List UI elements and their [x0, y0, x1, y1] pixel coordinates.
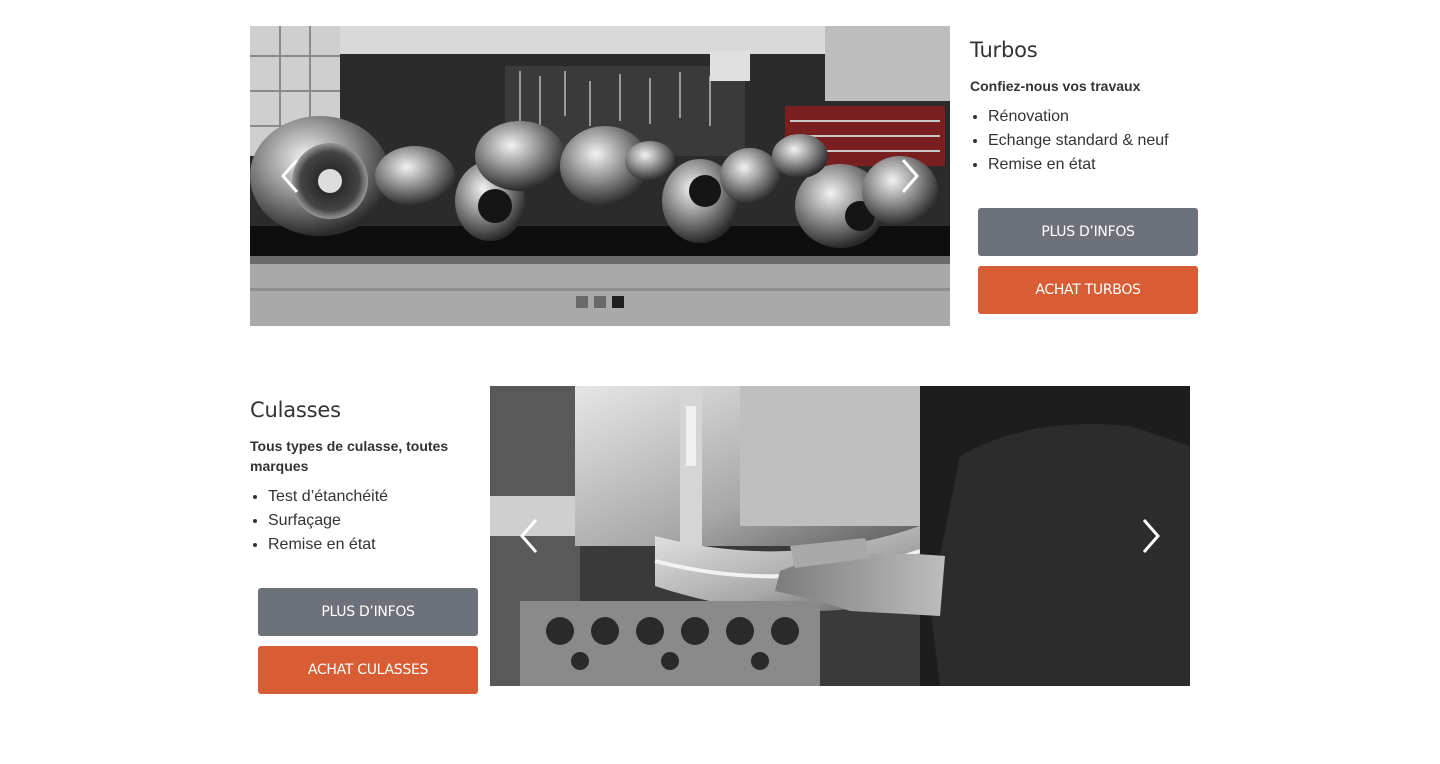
- slider-dot[interactable]: [594, 296, 606, 308]
- culasses-slider[interactable]: [490, 386, 1190, 686]
- turbos-next-arrow[interactable]: [890, 151, 930, 201]
- list-item: Test d’étanchéité: [268, 485, 388, 509]
- culasses-title: Culasses: [250, 398, 341, 422]
- chevron-right-icon: [1142, 519, 1160, 553]
- list-item: Rénovation: [988, 105, 1169, 129]
- culasses-next-arrow[interactable]: [1131, 511, 1171, 561]
- culasses-subtitle: Tous types de culasse, toutes marques: [250, 438, 449, 474]
- list-item: Surfaçage: [268, 509, 388, 533]
- slider-dot-active[interactable]: [612, 296, 624, 308]
- turbos-feature-list: Rénovation Echange standard & neuf Remis…: [970, 105, 1169, 177]
- turbos-subtitle: Confiez-nous vos travaux: [970, 78, 1141, 94]
- slider-dot[interactable]: [576, 296, 588, 308]
- culasses-prev-arrow[interactable]: [509, 511, 549, 561]
- turbos-slider[interactable]: [250, 26, 950, 326]
- culasses-slide-image: [490, 386, 1190, 686]
- buy-culasses-button[interactable]: ACHAT CULASSES: [258, 646, 478, 694]
- chevron-left-icon: [520, 519, 538, 553]
- culasses-feature-list: Test d’étanchéité Surfaçage Remise en ét…: [250, 485, 388, 557]
- turbos-prev-arrow[interactable]: [270, 151, 310, 201]
- culasses-more-info-button[interactable]: PLUS D’INFOS: [258, 588, 478, 636]
- turbos-slide-image: [250, 26, 950, 326]
- turbos-title: Turbos: [970, 38, 1038, 62]
- buy-turbos-button[interactable]: ACHAT TURBOS: [978, 266, 1198, 314]
- chevron-left-icon: [281, 159, 299, 193]
- list-item: Echange standard & neuf: [988, 129, 1169, 153]
- chevron-right-icon: [901, 159, 919, 193]
- turbos-more-info-button[interactable]: PLUS D’INFOS: [978, 208, 1198, 256]
- turbos-slider-dots: [576, 296, 624, 308]
- list-item: Remise en état: [988, 153, 1169, 177]
- list-item: Remise en état: [268, 533, 388, 557]
